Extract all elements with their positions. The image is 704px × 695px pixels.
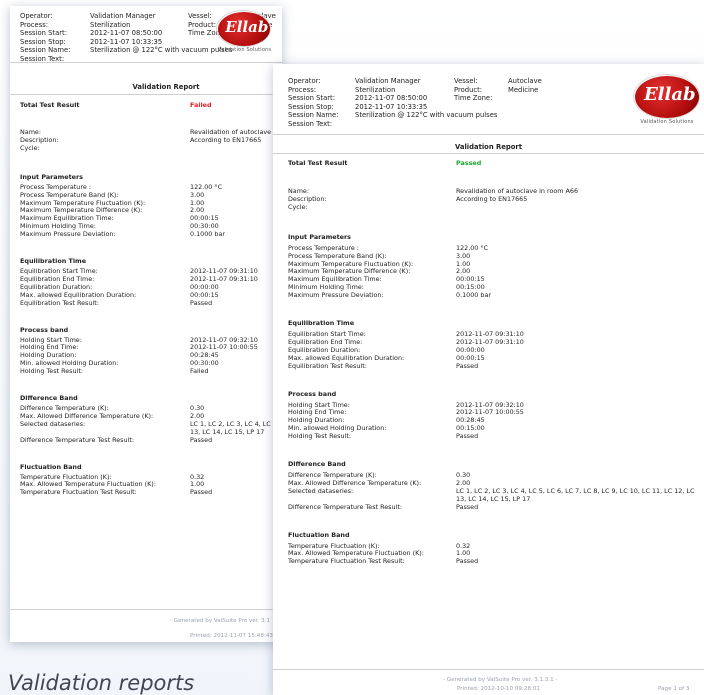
ellab-logo: Ellab Validation Solutions bbox=[633, 74, 700, 126]
header-label: Session Stop: bbox=[20, 37, 66, 46]
section-title: Input Parameters bbox=[288, 232, 351, 241]
field-value: 0.1000 bar bbox=[456, 291, 491, 300]
field-label: Maximum Pressure Deviation: bbox=[288, 291, 384, 300]
header-value: Sterilization bbox=[90, 20, 131, 29]
header-label: Process: bbox=[288, 85, 317, 94]
header-value: Medicine bbox=[508, 85, 539, 94]
header-label: Session Start: bbox=[20, 29, 67, 37]
header-value: Sterilization @ 122°C with vacuum pulses bbox=[90, 46, 233, 54]
field-label: Holding Test Result: bbox=[20, 367, 83, 376]
section-title: Process band bbox=[288, 389, 337, 398]
section-title: Input Parameters bbox=[20, 172, 83, 181]
divider bbox=[10, 62, 282, 63]
header-value: 2012-11-07 08:50:00 bbox=[355, 94, 428, 102]
logo-text: Ellab bbox=[225, 18, 269, 37]
header-label: Product: bbox=[188, 20, 217, 29]
footer-printed: Printed: 2012-10-10 09:28:01 bbox=[457, 686, 540, 692]
header-value: Validation Manager bbox=[90, 12, 156, 20]
divider bbox=[273, 153, 704, 154]
header-label: Time Zone: bbox=[454, 94, 493, 102]
header-label: Session Name: bbox=[20, 46, 71, 54]
field-label: Equilibration Test Result: bbox=[20, 298, 99, 307]
header-value: 2012-11-07 10:33:35 bbox=[355, 102, 428, 111]
total-result-label: Total Test Result bbox=[288, 159, 348, 167]
field-value: Failed bbox=[190, 367, 209, 376]
header-value: Sterilization @ 122°C with vacuum pulses bbox=[355, 111, 498, 119]
field-label: Cycle: bbox=[288, 202, 308, 211]
footer-printed: Printed: 2012-11-07 15:48:43 bbox=[190, 633, 273, 639]
field-value: According to EN17665 bbox=[190, 135, 262, 144]
total-result-label: Total Test Result bbox=[20, 101, 80, 109]
ellab-logo: Ellab Validation Solutions bbox=[216, 10, 272, 54]
field-label: Temperature Fluctuation Test Result: bbox=[20, 488, 137, 497]
header-label: Process: bbox=[20, 20, 49, 29]
field-label: Selected dataseries: bbox=[288, 486, 354, 495]
section-title: Fluctuation Band bbox=[20, 462, 82, 471]
field-value: Passed bbox=[456, 557, 479, 566]
header-label: Vessel: bbox=[454, 77, 478, 85]
section-title: Fluctuation Band bbox=[288, 530, 350, 539]
header-label: Session Start: bbox=[288, 94, 335, 102]
logo-text: Ellab bbox=[643, 83, 696, 105]
field-value: Passed bbox=[456, 432, 479, 441]
divider bbox=[10, 94, 282, 95]
field-value: Passed bbox=[190, 488, 213, 497]
divider bbox=[273, 134, 704, 135]
footer-generated: - Generated by ValSuite Pro ver. 3.1 bbox=[170, 618, 270, 624]
field-value: 0.1000 bar bbox=[190, 230, 225, 239]
report-page-back: Operator: Validation Manager Process: Steri… bbox=[10, 6, 282, 642]
header-label: Operator: bbox=[288, 77, 321, 85]
header-label: Product: bbox=[454, 85, 483, 94]
section-title: Difference Band bbox=[288, 460, 346, 468]
field-label: Maximum Pressure Deviation: bbox=[20, 230, 116, 239]
header-label: Session Text: bbox=[288, 119, 333, 128]
section-title: Equilibration Time bbox=[20, 257, 87, 265]
field-label: Holding Test Result: bbox=[288, 432, 351, 441]
footer-page-number: Page 1 of 3 bbox=[658, 686, 690, 692]
footer-divider bbox=[273, 669, 704, 670]
header-label: Session Stop: bbox=[288, 102, 334, 111]
field-label: Difference Temperature Test Result: bbox=[20, 435, 135, 444]
total-result-value: Failed bbox=[190, 101, 212, 109]
field-label: Selected dataseries: bbox=[20, 419, 86, 428]
logo-subtitle: Validation Solutions bbox=[218, 47, 272, 53]
field-value: Passed bbox=[190, 298, 213, 307]
header-value: 2012-11-07 08:50:00 bbox=[90, 29, 163, 37]
header-value: Autoclave bbox=[508, 77, 542, 85]
header-value: Sterilization bbox=[355, 85, 396, 94]
total-result-value: Passed bbox=[456, 159, 482, 167]
header-label: Operator: bbox=[20, 12, 53, 20]
header-value: 2012-11-07 10:33:35 bbox=[90, 37, 163, 46]
field-value: Passed bbox=[190, 435, 213, 444]
field-label: Cycle: bbox=[20, 143, 40, 152]
caption: Validation reports bbox=[8, 671, 195, 695]
report-title: Validation Report bbox=[454, 143, 523, 151]
header-value: Validation Manager bbox=[355, 77, 421, 85]
field-value: Passed bbox=[456, 361, 479, 370]
section-title: Difference Band bbox=[20, 394, 78, 402]
footer-generated: - Generated by ValSuite Pro ver. 3.1.3.1… bbox=[443, 677, 558, 683]
field-label: Temperature Fluctuation Test Result: bbox=[288, 557, 405, 566]
header-label: Vessel: bbox=[188, 12, 212, 20]
report-page-front: Operator: Validation Manager Process: Steri… bbox=[273, 64, 704, 695]
field-label: Difference Temperature Test Result: bbox=[288, 502, 403, 511]
report-title: Validation Report bbox=[132, 83, 200, 91]
field-label: Equilibration Test Result: bbox=[288, 361, 367, 370]
header-label: Session Name: bbox=[288, 111, 339, 119]
section-title: Process band bbox=[20, 325, 69, 334]
logo-subtitle: Validation Solutions bbox=[640, 119, 694, 125]
section-title: Equilibration Time bbox=[288, 319, 355, 327]
field-value: Passed bbox=[456, 502, 479, 511]
field-value: According to EN17665 bbox=[456, 194, 528, 203]
footer-divider bbox=[10, 609, 282, 610]
